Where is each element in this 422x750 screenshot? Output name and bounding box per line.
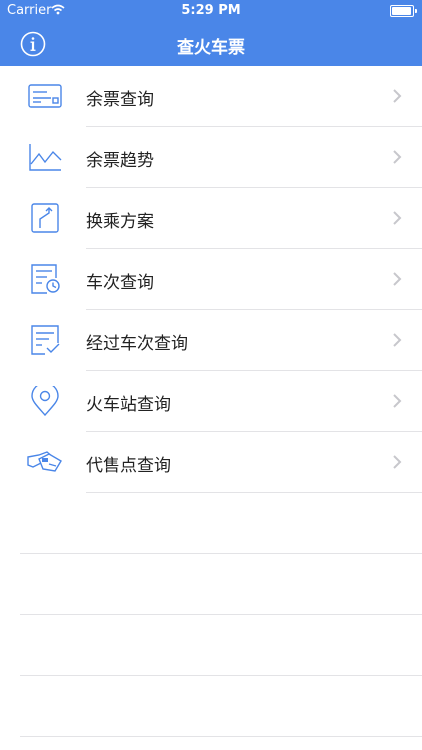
menu-item-passing-train-query[interactable]: 经过车次查询 — [0, 310, 422, 371]
menu-item-label: 经过车次查询 — [86, 334, 188, 354]
menu-item-label: 车次查询 — [86, 273, 154, 293]
empty-row-separator — [20, 553, 422, 554]
chevron-right-icon — [392, 393, 402, 409]
menu-item-label: 换乘方案 — [86, 212, 154, 232]
battery-icon — [390, 5, 417, 17]
empty-row-separator — [20, 736, 422, 737]
nav-bar: 查火车票 — [0, 22, 422, 66]
menu-item-train-query[interactable]: 车次查询 — [0, 249, 422, 310]
trend-chart-icon — [27, 142, 63, 172]
menu-item-ticket-query[interactable]: 余票查询 — [0, 66, 422, 127]
chevron-right-icon — [392, 332, 402, 348]
transfer-route-icon — [27, 203, 63, 233]
location-pin-icon — [27, 382, 63, 417]
menu-item-station-query[interactable]: 火车站查询 — [0, 371, 422, 432]
menu-item-agent-query[interactable]: 代售点查询 — [0, 432, 422, 493]
checklist-icon — [27, 325, 63, 355]
menu-item-label: 火车站查询 — [86, 395, 171, 415]
ticket-agent-icon — [27, 447, 63, 477]
ticket-card-icon — [27, 81, 63, 111]
menu-item-label: 代售点查询 — [86, 456, 171, 476]
row-separator — [86, 492, 422, 493]
chevron-right-icon — [392, 454, 402, 470]
chevron-right-icon — [392, 149, 402, 165]
chevron-right-icon — [392, 88, 402, 104]
menu-item-label: 余票查询 — [86, 90, 154, 110]
status-time: 5:29 PM — [181, 3, 241, 18]
schedule-clock-icon — [27, 264, 63, 294]
status-bar: Carrier 5:29 PM — [0, 0, 422, 22]
page-title: 查火车票 — [177, 38, 245, 58]
menu-item-transfer-plan[interactable]: 换乘方案 — [0, 188, 422, 249]
chevron-right-icon — [392, 271, 402, 287]
menu-list: 余票查询 余票趋势 换乘方案 车次查询 经过车次查询 火车站查询 代售点查询 — [0, 66, 422, 493]
chevron-right-icon — [392, 210, 402, 226]
empty-row-separator — [20, 675, 422, 676]
empty-row-separator — [20, 614, 422, 615]
menu-item-ticket-trend[interactable]: 余票趋势 — [0, 127, 422, 188]
menu-item-label: 余票趋势 — [86, 151, 154, 171]
